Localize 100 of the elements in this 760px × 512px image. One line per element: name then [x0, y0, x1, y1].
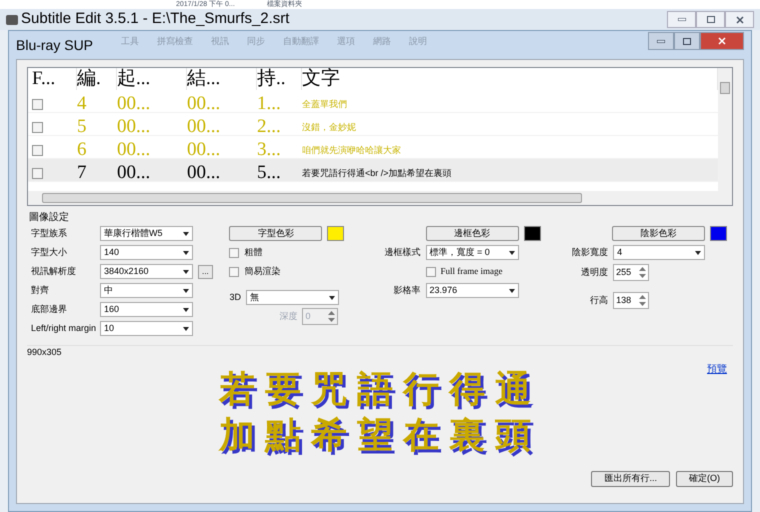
dialog-button[interactable]: 匯出所有行... — [591, 471, 670, 487]
subtitle-text: 咱們就先演咿哈哈讓大家 — [302, 144, 402, 156]
dropdown-value: 華康行楷體W5 — [104, 226, 164, 240]
caret-icon — [183, 270, 189, 274]
caret-icon — [183, 232, 189, 236]
list-row[interactable]: 7 00... 00... 5... 若要咒語行得通<br />加點希望在裏頭 — [28, 159, 718, 182]
maximize-button[interactable] — [696, 11, 725, 28]
stepper-icon — [639, 267, 646, 278]
table-cell-text: 00... — [187, 115, 222, 139]
field-label: Left/right margin — [31, 322, 95, 335]
table-cell-text: 6 — [77, 138, 88, 162]
table-cell-text: 4 — [77, 92, 88, 116]
dropdown-value: 3840x2160 — [104, 264, 150, 278]
spinner-field[interactable]: 138 — [613, 292, 650, 309]
table-cell-text: 7 — [77, 161, 88, 185]
caret-icon — [508, 288, 515, 292]
dropdown-value: 23.976 — [430, 284, 458, 297]
field-label: 深度 — [279, 310, 298, 323]
caret-icon — [508, 250, 515, 254]
minimize-button[interactable] — [667, 11, 696, 28]
checkbox-label: 簡易渲染 — [244, 264, 280, 278]
app-icon — [6, 14, 18, 24]
vertical-scrollbar[interactable] — [718, 68, 732, 192]
table-cell-text: 00... — [117, 92, 152, 116]
stepper-icon — [328, 311, 336, 322]
dialog-minimize-button[interactable] — [648, 32, 674, 50]
field-label: 影格率 — [392, 284, 421, 297]
image-size-label: 990x305 — [27, 346, 62, 359]
minimize-icon — [678, 18, 686, 21]
subtitle-line: 加點希望在裏頭 — [219, 412, 541, 456]
checkbox[interactable] — [229, 248, 240, 258]
row-checkbox[interactable] — [32, 122, 43, 133]
checkbox[interactable] — [426, 266, 436, 276]
horizontal-scrollbar[interactable] — [28, 191, 732, 205]
color-button[interactable]: 字型色彩 — [229, 226, 322, 241]
table-cell-text: 5... — [257, 161, 282, 185]
close-icon — [736, 16, 744, 24]
table-cell-text: 00... — [117, 161, 152, 185]
caret-icon — [183, 326, 189, 330]
table-cell-text: 00... — [117, 115, 152, 139]
dropdown[interactable]: 華康行楷體W5 — [100, 226, 193, 241]
stepper-icon — [639, 295, 646, 306]
dropdown-value: 標準，寬度 = 0 — [430, 246, 491, 259]
table-cell-text: 00... — [187, 138, 222, 162]
table-cell-text: 1... — [257, 92, 282, 116]
dropdown[interactable]: 160 — [100, 302, 193, 317]
caret-icon — [183, 250, 189, 254]
spinner-value: 255 — [615, 266, 632, 279]
subtitle-text: 若要咒語行得通<br />加點希望在裏頭 — [302, 166, 453, 180]
field-label: 對齊 — [31, 284, 50, 297]
field-label: 字型族系 — [31, 226, 68, 240]
field-label: 邊框樣式 — [384, 246, 421, 259]
field-label: 底部邊界 — [31, 302, 68, 316]
row-checkbox[interactable] — [32, 98, 43, 110]
dialog-button[interactable]: 確定(O) — [676, 471, 733, 487]
dropdown[interactable]: 140 — [100, 245, 193, 260]
dialog-title: Blu-ray SUP — [16, 36, 94, 55]
checkbox-label: 粗體 — [244, 246, 262, 259]
table-cell-text: 5 — [77, 115, 88, 139]
close-icon — [718, 37, 726, 45]
field-label: 視訊解析度 — [31, 264, 77, 278]
table-cell-text: 00... — [187, 92, 222, 116]
table-cell-text: 00... — [117, 138, 152, 162]
dialog-maximize-button[interactable] — [674, 32, 700, 50]
checkbox[interactable] — [229, 266, 240, 276]
color-button[interactable]: 邊框色彩 — [426, 226, 519, 241]
field-label: 3D — [229, 290, 241, 304]
table-cell-text: 2... — [257, 115, 282, 139]
color-button[interactable]: 陰影色彩 — [612, 226, 706, 241]
row-checkbox[interactable] — [32, 144, 43, 156]
dropdown[interactable]: 23.976 — [426, 283, 519, 298]
dialog-close-button[interactable] — [700, 32, 744, 50]
table-cell-text: 3... — [257, 138, 282, 162]
dropdown-value: 160 — [104, 302, 120, 316]
spinner-field[interactable]: 255 — [613, 264, 650, 281]
field-label: 行高 — [589, 294, 608, 307]
spinner-value: 138 — [615, 294, 632, 307]
dropdown[interactable]: 無 — [246, 290, 339, 305]
subtitle-text: 沒錯，金妙妮 — [302, 120, 357, 134]
maximize-icon — [683, 38, 691, 44]
dropdown[interactable]: 標準，寬度 = 0 — [426, 245, 519, 260]
field-label: 透明度 — [580, 266, 608, 279]
dropdown-value: 10 — [104, 322, 116, 335]
dropdown[interactable]: 10 — [100, 321, 193, 336]
preview-link[interactable]: 預覽 — [707, 362, 727, 377]
field-label: 字型大小 — [31, 246, 68, 259]
browse-button[interactable]: ... — [198, 264, 213, 278]
minimize-icon — [657, 40, 665, 42]
dropdown-value: 中 — [104, 284, 114, 297]
caret-icon — [328, 296, 335, 300]
caret-icon — [183, 308, 189, 312]
spinner-value: 0 — [304, 310, 312, 323]
maximize-icon — [706, 16, 714, 23]
subtitle-line: 若要咒語行得通 — [219, 366, 541, 410]
caret-icon — [183, 288, 189, 292]
dropdown[interactable]: 4 — [613, 245, 706, 260]
dropdown[interactable]: 中 — [100, 283, 193, 298]
dropdown[interactable]: 3840x2160 — [100, 264, 193, 279]
row-checkbox[interactable] — [32, 168, 43, 179]
close-button[interactable] — [725, 11, 754, 28]
